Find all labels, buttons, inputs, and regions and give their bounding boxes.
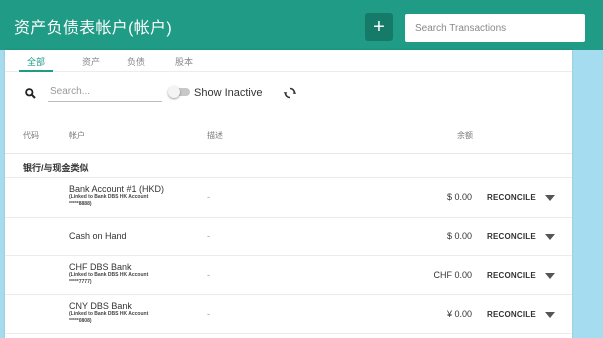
account-linked-number: *****8888) bbox=[69, 201, 92, 207]
tab-assets[interactable]: 资产 bbox=[82, 55, 100, 68]
account-name[interactable]: Bank Account #1 (HKD) bbox=[69, 184, 164, 194]
account-linked-note: (Linked to Bank DBS HK Account bbox=[69, 194, 149, 200]
tab-equity[interactable]: 股本 bbox=[175, 55, 193, 68]
account-name[interactable]: CNY DBS Bank bbox=[69, 301, 132, 311]
account-linked-note: (Linked to Bank DBS HK Account bbox=[69, 272, 149, 278]
column-header-balance: 余额 bbox=[457, 131, 473, 140]
account-description: - bbox=[207, 231, 210, 241]
account-name[interactable]: Cash on Hand bbox=[69, 231, 127, 241]
account-balance: ¥ 0.00 bbox=[446, 309, 472, 319]
account-linked-number: *****0808) bbox=[69, 318, 92, 324]
account-linked-note: (Linked to Bank DBS HK Account bbox=[69, 311, 149, 317]
search-transactions-input[interactable] bbox=[405, 14, 585, 42]
account-balance: $ 0.00 bbox=[446, 231, 472, 241]
account-description: - bbox=[207, 270, 210, 280]
account-search-input[interactable] bbox=[48, 82, 162, 102]
add-account-button[interactable]: + bbox=[365, 13, 393, 41]
toggle-knob bbox=[168, 86, 180, 98]
column-header-account: 帐户 bbox=[69, 131, 85, 140]
tab-liabilities[interactable]: 负债 bbox=[127, 55, 145, 68]
row-divider bbox=[5, 255, 572, 256]
account-name[interactable]: CHF DBS Bank bbox=[69, 262, 132, 272]
page-title: 资产负债表帐户(帐户) bbox=[14, 20, 172, 37]
reconcile-button[interactable]: RECONCILE bbox=[487, 193, 536, 202]
chevron-down-icon[interactable] bbox=[545, 195, 555, 201]
reconcile-button[interactable]: RECONCILE bbox=[487, 232, 536, 241]
app-header: 资产负债表帐户(帐户) + bbox=[0, 0, 603, 50]
column-header-code: 代码 bbox=[23, 131, 39, 140]
header-divider bbox=[5, 153, 572, 154]
row-divider bbox=[5, 294, 572, 295]
account-linked-number: *****7777) bbox=[69, 279, 92, 285]
reconcile-button[interactable]: RECONCILE bbox=[487, 271, 536, 280]
account-description: - bbox=[207, 192, 210, 202]
show-inactive-toggle[interactable] bbox=[168, 86, 192, 98]
group-divider bbox=[5, 177, 572, 178]
account-description: - bbox=[207, 309, 210, 319]
search-icon bbox=[25, 88, 36, 99]
account-balance: $ 0.00 bbox=[446, 192, 472, 202]
tab-all[interactable]: 全部 bbox=[27, 55, 45, 68]
account-balance: CHF 0.00 bbox=[433, 270, 472, 280]
account-group-title: 银行/与现金类似 bbox=[23, 163, 89, 173]
show-inactive-label: Show Inactive bbox=[194, 87, 263, 99]
row-divider bbox=[5, 217, 572, 218]
reconcile-button[interactable]: RECONCILE bbox=[487, 310, 536, 319]
chevron-down-icon[interactable] bbox=[545, 273, 555, 279]
tab-bar: 全部 资产 负债 股本 bbox=[5, 50, 572, 72]
active-tab-indicator bbox=[19, 70, 53, 72]
column-header-description: 描述 bbox=[207, 131, 223, 140]
row-divider bbox=[5, 333, 572, 334]
chevron-down-icon[interactable] bbox=[545, 312, 555, 318]
plus-icon: + bbox=[373, 16, 385, 38]
chevron-down-icon[interactable] bbox=[545, 234, 555, 240]
refresh-icon[interactable] bbox=[284, 87, 296, 99]
